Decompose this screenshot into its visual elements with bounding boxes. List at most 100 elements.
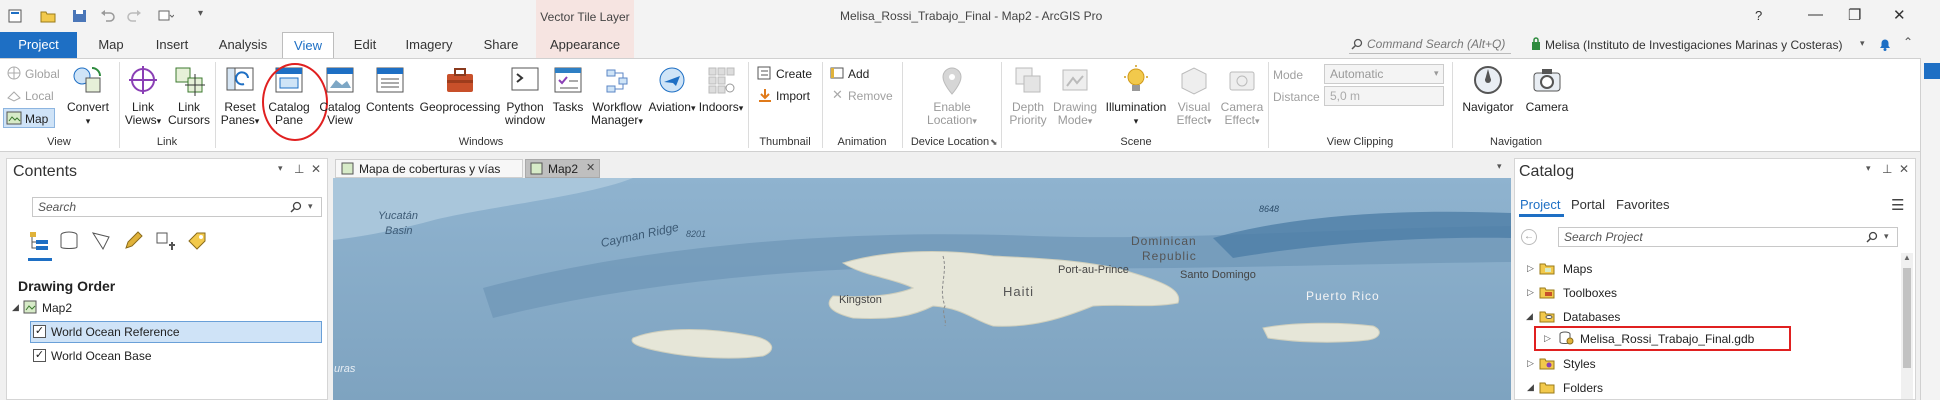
- tab-map[interactable]: Map: [91, 32, 131, 58]
- local-view-button[interactable]: Local: [25, 89, 54, 103]
- catalog-search-input[interactable]: Search Project: [1558, 227, 1898, 247]
- open-project-icon[interactable]: [40, 9, 56, 23]
- toolboxes-expand-icon[interactable]: ▷: [1527, 287, 1534, 298]
- tab-share[interactable]: Share: [478, 32, 524, 58]
- camera-effect-button[interactable]: Camera Effect▾: [1218, 64, 1266, 128]
- save-icon[interactable]: [72, 9, 88, 23]
- visual-effect-button[interactable]: Visual Effect▾: [1172, 64, 1216, 128]
- navigator-button[interactable]: Navigator: [1458, 64, 1518, 114]
- contents-pane-close-icon[interactable]: ✕: [311, 162, 321, 176]
- illumination-button[interactable]: Illumination ▾: [1100, 64, 1172, 128]
- link-cursors-button[interactable]: Link Cursors: [166, 64, 212, 127]
- create-thumbnail-button[interactable]: Create: [776, 67, 812, 81]
- list-by-drawing-order-icon[interactable]: [28, 230, 50, 252]
- tab-insert[interactable]: Insert: [150, 32, 194, 58]
- depth-priority-button[interactable]: Depth Priority: [1006, 64, 1050, 127]
- tab-analysis[interactable]: Analysis: [214, 32, 272, 58]
- folders-collapse-icon[interactable]: ◢: [1527, 382, 1534, 393]
- workflow-manager-button[interactable]: Workflow Manager▾: [588, 64, 646, 128]
- contents-search-icon[interactable]: [290, 201, 302, 213]
- catalog-item-folders[interactable]: Folders: [1563, 381, 1603, 395]
- help-button[interactable]: ?: [1755, 8, 1762, 23]
- contents-search-input[interactable]: Search: [32, 197, 322, 217]
- ribbon-collapse-icon[interactable]: ⌃: [1903, 35, 1913, 49]
- catalog-item-toolboxes[interactable]: Toolboxes: [1563, 286, 1617, 300]
- tab-view[interactable]: View: [282, 32, 334, 58]
- catalog-item-styles[interactable]: Styles: [1563, 357, 1596, 371]
- catalog-item-maps[interactable]: Maps: [1563, 262, 1592, 276]
- maps-expand-icon[interactable]: ▷: [1527, 263, 1534, 274]
- gdb-expand-icon[interactable]: ▷: [1544, 333, 1551, 344]
- list-by-data-source-icon[interactable]: [58, 230, 80, 252]
- layer-world-ocean-reference[interactable]: World Ocean Reference: [51, 325, 180, 339]
- aviation-button[interactable]: Aviation▾: [648, 64, 696, 115]
- drawing-mode-button[interactable]: Drawing Mode▾: [1052, 64, 1098, 128]
- list-by-editing-icon[interactable]: [122, 230, 144, 252]
- catalog-search-dropdown-icon[interactable]: ▾: [1884, 231, 1889, 242]
- indoors-button[interactable]: Indoors▾: [698, 64, 744, 115]
- clipping-distance-input[interactable]: 5,0 m: [1324, 86, 1444, 106]
- qat-overflow-icon[interactable]: ▾: [198, 8, 203, 19]
- layer-world-ocean-base[interactable]: World Ocean Base: [51, 349, 152, 363]
- new-project-icon[interactable]: [8, 9, 24, 23]
- catalog-tab-favorites[interactable]: Favorites: [1616, 197, 1669, 212]
- styles-expand-icon[interactable]: ▷: [1527, 358, 1534, 369]
- customize-qat-icon[interactable]: [158, 9, 174, 23]
- catalog-pane-pin-icon[interactable]: ⊥: [1882, 162, 1892, 176]
- databases-collapse-icon[interactable]: ◢: [1526, 311, 1533, 322]
- catalog-tab-portal[interactable]: Portal: [1571, 197, 1605, 212]
- contents-search-dropdown-icon[interactable]: ▾: [308, 201, 313, 212]
- python-window-button[interactable]: Python window: [502, 64, 548, 127]
- tab-imagery[interactable]: Imagery: [400, 32, 458, 58]
- convert-button[interactable]: Convert ▾: [62, 64, 114, 128]
- tab-edit[interactable]: Edit: [348, 32, 382, 58]
- catalog-search-icon[interactable]: [1866, 231, 1878, 243]
- global-view-button[interactable]: Global: [25, 67, 60, 81]
- contents-pane-menu-icon[interactable]: ▾: [278, 163, 283, 174]
- device-location-launcher-icon[interactable]: ⬊: [990, 137, 998, 148]
- contents-pane-pin-icon[interactable]: ⊥: [294, 162, 304, 176]
- camera-button[interactable]: Camera: [1522, 64, 1572, 114]
- dock-strip-tab-icon[interactable]: [1924, 63, 1940, 79]
- reset-panes-button[interactable]: Reset Panes▾: [218, 64, 262, 128]
- list-by-labeling-icon[interactable]: [186, 230, 208, 252]
- catalog-pane-menu-icon[interactable]: ▾: [1866, 163, 1871, 174]
- map-expand-icon[interactable]: ◢: [12, 302, 19, 313]
- catalog-scroll-up-icon[interactable]: ▲: [1903, 253, 1911, 262]
- notifications-icon[interactable]: [1877, 36, 1893, 52]
- layer-visibility-checkbox[interactable]: ✓: [33, 349, 46, 362]
- clipping-mode-select[interactable]: Automatic: [1324, 64, 1444, 84]
- catalog-item-databases[interactable]: Databases: [1563, 310, 1620, 324]
- catalog-tab-project[interactable]: Project: [1520, 197, 1560, 212]
- add-animation-button[interactable]: Add: [848, 67, 869, 81]
- tab-appearance[interactable]: Appearance: [536, 32, 634, 58]
- list-by-selection-icon[interactable]: [90, 230, 112, 252]
- tasks-button[interactable]: Tasks: [550, 64, 586, 114]
- close-button[interactable]: ✕: [1893, 6, 1906, 24]
- catalog-item-project-gdb[interactable]: Melisa_Rossi_Trabajo_Final.gdb: [1580, 332, 1754, 346]
- tab-map2-close-icon[interactable]: ✕: [586, 161, 595, 174]
- user-dropdown-icon[interactable]: ▾: [1860, 38, 1865, 49]
- contents-button[interactable]: Contents: [364, 64, 416, 114]
- remove-animation-button[interactable]: Remove: [848, 89, 893, 103]
- redo-icon[interactable]: [126, 9, 142, 23]
- catalog-pane-close-icon[interactable]: ✕: [1899, 162, 1909, 176]
- import-thumbnail-button[interactable]: Import: [776, 89, 810, 103]
- restore-button[interactable]: ❐: [1848, 6, 1861, 24]
- catalog-menu-icon[interactable]: ☰: [1891, 196, 1904, 214]
- layer-visibility-checkbox[interactable]: ✓: [33, 325, 46, 338]
- map-tabs-overflow-icon[interactable]: ▾: [1497, 161, 1502, 172]
- catalog-back-icon[interactable]: ←: [1521, 229, 1537, 245]
- link-views-button[interactable]: Link Views▾: [122, 64, 164, 128]
- user-account-menu[interactable]: Melisa (Instituto de Investigaciones Mar…: [1545, 38, 1842, 52]
- undo-icon[interactable]: [100, 9, 116, 23]
- clipping-mode-dropdown-icon[interactable]: ▾: [1434, 68, 1439, 79]
- geoprocessing-button[interactable]: Geoprocessing: [418, 64, 502, 114]
- catalog-view-button[interactable]: Catalog View: [318, 64, 362, 127]
- map-tree-item[interactable]: Map2: [42, 301, 72, 315]
- command-search-input[interactable]: Command Search (Alt+Q): [1349, 34, 1511, 54]
- list-by-snapping-icon[interactable]: [154, 230, 176, 252]
- tab-project[interactable]: Project: [0, 32, 77, 58]
- catalog-scrollbar-thumb[interactable]: [1903, 268, 1911, 368]
- enable-location-button[interactable]: Enable Location▾: [920, 64, 984, 128]
